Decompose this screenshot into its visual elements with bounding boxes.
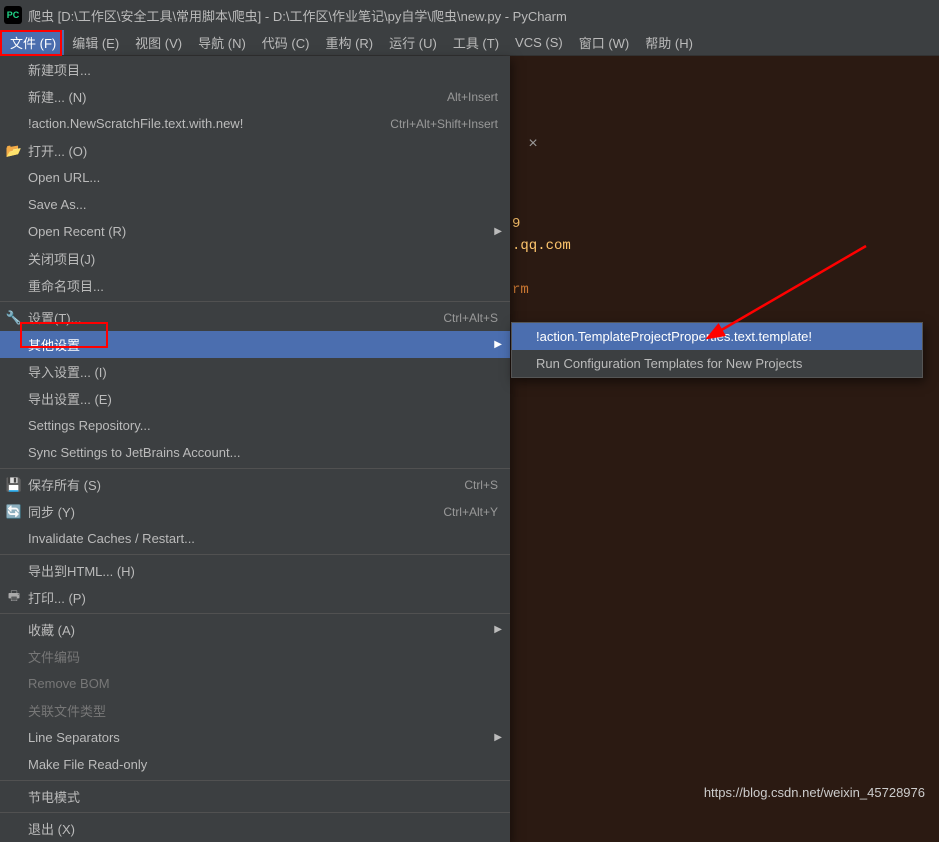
menu-sync[interactable]: 🔄同步 (Y)Ctrl+Alt+Y	[0, 498, 510, 525]
folder-open-icon: 📂	[6, 143, 22, 159]
menu-line-separators[interactable]: Line Separators▶	[0, 724, 510, 751]
menu-separator	[0, 468, 510, 469]
wrench-icon: 🔧	[6, 310, 22, 326]
menu-separator	[0, 780, 510, 781]
menu-help[interactable]: 帮助 (H)	[637, 30, 701, 55]
chevron-right-icon: ▶	[494, 339, 502, 350]
menu-settings-repo[interactable]: Settings Repository...	[0, 412, 510, 439]
app-icon: PC	[4, 6, 22, 24]
code-fragment: 9	[512, 216, 520, 232]
menu-new-project[interactable]: 新建项目...	[0, 56, 510, 83]
menu-separator	[0, 554, 510, 555]
menu-code[interactable]: 代码 (C)	[254, 30, 318, 55]
menu-remove-bom: Remove BOM	[0, 670, 510, 697]
print-icon: 🖶	[6, 590, 22, 606]
menu-new[interactable]: 新建... (N)Alt+Insert	[0, 83, 510, 110]
menu-edit[interactable]: 编辑 (E)	[64, 30, 127, 55]
file-dropdown: 新建项目... 新建... (N)Alt+Insert !action.NewS…	[0, 56, 510, 842]
menu-run[interactable]: 运行 (U)	[381, 30, 445, 55]
submenu-template-properties[interactable]: !action.TemplateProjectProperties.text.t…	[512, 323, 922, 350]
window-title: 爬虫 [D:\工作区\安全工具\常用脚本\爬虫] - D:\工作区\作业笔记\p…	[28, 6, 567, 25]
menu-close-project[interactable]: 关闭项目(J)	[0, 245, 510, 272]
menu-separator	[0, 613, 510, 614]
menu-power-save[interactable]: 节电模式	[0, 783, 510, 810]
menu-assoc-types: 关联文件类型	[0, 697, 510, 724]
other-settings-submenu: !action.TemplateProjectProperties.text.t…	[511, 322, 923, 378]
menu-invalidate[interactable]: Invalidate Caches / Restart...	[0, 525, 510, 552]
menu-tools[interactable]: 工具 (T)	[445, 30, 507, 55]
chevron-right-icon: ▶	[494, 624, 502, 635]
menu-separator	[0, 301, 510, 302]
code-fragment: .qq.com	[512, 238, 571, 254]
menu-favorites[interactable]: 收藏 (A)▶	[0, 616, 510, 643]
menu-file-encoding: 文件编码	[0, 643, 510, 670]
menu-new-scratch[interactable]: !action.NewScratchFile.text.with.new!Ctr…	[0, 110, 510, 137]
menu-open[interactable]: 📂打开... (O)	[0, 137, 510, 164]
tab-close-icon[interactable]: ×	[523, 134, 543, 154]
menu-settings[interactable]: 🔧设置(T)...Ctrl+Alt+S	[0, 304, 510, 331]
watermark: https://blog.csdn.net/weixin_45728976	[704, 785, 925, 800]
menu-open-url[interactable]: Open URL...	[0, 164, 510, 191]
chevron-right-icon: ▶	[494, 732, 502, 743]
title-bar: PC 爬虫 [D:\工作区\安全工具\常用脚本\爬虫] - D:\工作区\作业笔…	[0, 0, 939, 30]
menu-open-recent[interactable]: Open Recent (R)▶	[0, 218, 510, 245]
menu-bar: 文件 (F) 编辑 (E) 视图 (V) 导航 (N) 代码 (C) 重构 (R…	[0, 30, 939, 56]
menu-print[interactable]: 🖶打印... (P)	[0, 584, 510, 611]
menu-readonly[interactable]: Make File Read-only	[0, 751, 510, 778]
menu-refactor[interactable]: 重构 (R)	[317, 30, 381, 55]
menu-export-settings[interactable]: 导出设置... (E)	[0, 385, 510, 412]
menu-save-as[interactable]: Save As...	[0, 191, 510, 218]
code-fragment: rm	[512, 282, 529, 298]
menu-other-settings[interactable]: 其他设置▶	[0, 331, 510, 358]
submenu-run-config-templates[interactable]: Run Configuration Templates for New Proj…	[512, 350, 922, 377]
menu-exit[interactable]: 退出 (X)	[0, 815, 510, 842]
menu-view[interactable]: 视图 (V)	[127, 30, 190, 55]
menu-window[interactable]: 窗口 (W)	[571, 30, 638, 55]
menu-rename-project[interactable]: 重命名项目...	[0, 272, 510, 299]
menu-vcs[interactable]: VCS (S)	[507, 32, 571, 53]
menu-file[interactable]: 文件 (F)	[2, 30, 64, 55]
menu-export-html[interactable]: 导出到HTML... (H)	[0, 557, 510, 584]
menu-import-settings[interactable]: 导入设置... (I)	[0, 358, 510, 385]
menu-save-all[interactable]: 💾保存所有 (S)Ctrl+S	[0, 471, 510, 498]
save-icon: 💾	[6, 477, 22, 493]
sync-icon: 🔄	[6, 504, 22, 520]
menu-sync-jetbrains[interactable]: Sync Settings to JetBrains Account...	[0, 439, 510, 466]
menu-separator	[0, 812, 510, 813]
chevron-right-icon: ▶	[494, 226, 502, 237]
menu-navigate[interactable]: 导航 (N)	[190, 30, 254, 55]
